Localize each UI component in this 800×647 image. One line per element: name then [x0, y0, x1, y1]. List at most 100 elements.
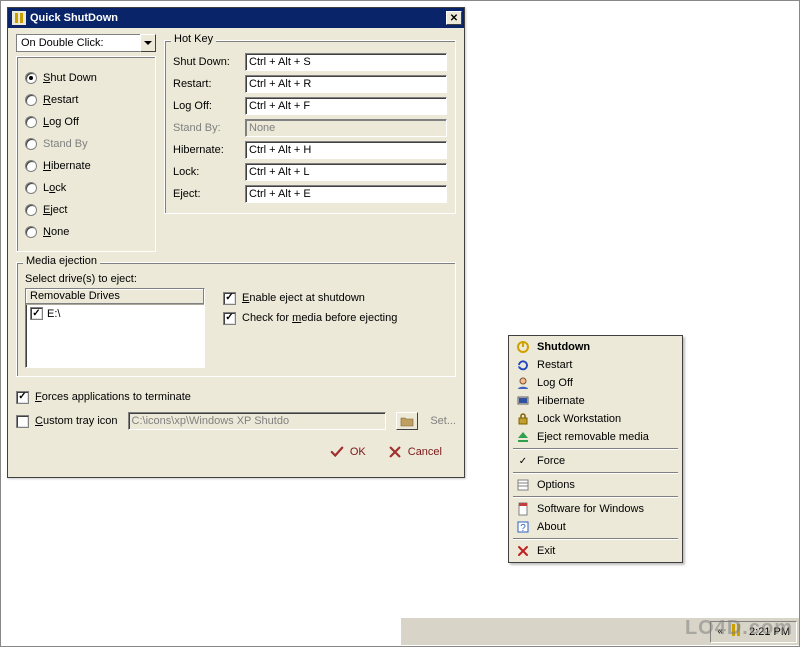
combo-field: On Double Click: — [16, 34, 140, 52]
hotkey-label: Restart: — [173, 78, 245, 90]
shutdown-icon — [515, 339, 531, 355]
ok-button[interactable]: OK — [330, 445, 366, 459]
ctx-separator — [513, 496, 678, 498]
checkbox-icon[interactable] — [223, 312, 236, 325]
radio-icon — [25, 138, 37, 150]
drive-list[interactable]: Removable Drives E:\ — [25, 288, 205, 368]
ctx-item-shutdown[interactable]: Shutdown — [511, 338, 680, 356]
hotkey-label: Eject: — [173, 188, 245, 200]
ok-label: OK — [350, 446, 366, 458]
ctx-item-lock[interactable]: Lock Workstation — [511, 410, 680, 428]
checkbox-label: Enable eject at shutdown — [242, 292, 365, 304]
window-title: Quick ShutDown — [30, 12, 446, 24]
page-icon — [515, 501, 531, 517]
check-media-checkbox[interactable]: Check for media before ejecting — [223, 308, 447, 328]
radio-label: Lock — [43, 182, 66, 194]
ctx-label: Exit — [537, 545, 555, 557]
radio-icon — [25, 226, 37, 238]
radio-eject[interactable]: Eject — [25, 199, 147, 221]
exit-icon — [515, 543, 531, 559]
radio-label: None — [43, 226, 69, 238]
hotkey-input-restart[interactable]: Ctrl + Alt + R — [245, 75, 447, 93]
folder-icon — [400, 415, 414, 427]
ctx-separator — [513, 538, 678, 540]
ctx-item-eject[interactable]: Eject removable media — [511, 428, 680, 446]
browse-button — [396, 412, 418, 430]
ctx-label: Software for Windows — [537, 503, 644, 515]
hotkey-input-standby: None — [245, 119, 447, 137]
ctx-item-logoff[interactable]: Log Off — [511, 374, 680, 392]
radio-label: Stand By — [43, 138, 88, 150]
close-button[interactable]: ✕ — [446, 11, 462, 25]
double-click-column: On Double Click: Shut Down Restart Log O… — [16, 34, 156, 252]
radio-shut-down[interactable]: Shut Down — [25, 67, 147, 89]
radio-stand-by: Stand By — [25, 133, 147, 155]
checkbox-icon[interactable] — [16, 391, 29, 404]
radio-icon — [25, 160, 37, 172]
custom-tray-icon-checkbox[interactable]: Custom tray icon C:\icons\xp\Windows XP … — [16, 411, 456, 431]
force-terminate-checkbox[interactable]: Forces applications to terminate — [16, 387, 456, 407]
cancel-label: Cancel — [408, 446, 442, 458]
checkbox-icon[interactable] — [16, 415, 29, 428]
app-icon — [12, 11, 26, 25]
drive-item[interactable]: E:\ — [26, 305, 204, 322]
hotkey-label: Hibernate: — [173, 144, 245, 156]
ctx-item-software-link[interactable]: Software for Windows — [511, 500, 680, 518]
ctx-item-hibernate[interactable]: Hibernate — [511, 392, 680, 410]
hotkey-legend: Hot Key — [171, 33, 216, 45]
radio-label: Log Off — [43, 116, 79, 128]
drive-label: E:\ — [47, 308, 60, 320]
ctx-label: Restart — [537, 359, 572, 371]
checkbox-icon[interactable] — [30, 307, 43, 320]
media-ejection-group: Media ejection Select drive(s) to eject:… — [16, 262, 456, 377]
media-legend: Media ejection — [23, 255, 100, 267]
hotkey-row-shutdown: Shut Down: Ctrl + Alt + S — [173, 51, 447, 73]
hotkey-label: Shut Down: — [173, 56, 245, 68]
tray-context-menu: Shutdown Restart Log Off Hibernate Lock … — [508, 335, 683, 563]
enable-eject-checkbox[interactable]: Enable eject at shutdown — [223, 288, 447, 308]
ctx-item-force[interactable]: ✓ Force — [511, 452, 680, 470]
hotkey-input-logoff[interactable]: Ctrl + Alt + F — [245, 97, 447, 115]
double-click-combo[interactable]: On Double Click: — [16, 34, 156, 52]
radio-none[interactable]: None — [25, 221, 147, 243]
ctx-item-restart[interactable]: Restart — [511, 356, 680, 374]
chevron-down-icon[interactable] — [140, 34, 156, 52]
hotkey-input-eject[interactable]: Ctrl + Alt + E — [245, 185, 447, 203]
eject-icon — [515, 429, 531, 445]
ctx-label: Options — [537, 479, 575, 491]
hotkey-input-shutdown[interactable]: Ctrl + Alt + S — [245, 53, 447, 71]
ctx-item-about[interactable]: ? About — [511, 518, 680, 536]
restart-icon — [515, 357, 531, 373]
ctx-item-exit[interactable]: Exit — [511, 542, 680, 560]
hotkey-input-hibernate[interactable]: Ctrl + Alt + H — [245, 141, 447, 159]
hotkey-column: Hot Key Shut Down: Ctrl + Alt + S Restar… — [164, 34, 456, 252]
radio-lock[interactable]: Lock — [25, 177, 147, 199]
hotkey-row-logoff: Log Off: Ctrl + Alt + F — [173, 95, 447, 117]
double-click-group: Shut Down Restart Log Off Stand By — [16, 56, 156, 252]
quick-shutdown-dialog: Quick ShutDown ✕ On Double Click: Shut D… — [7, 7, 465, 478]
checkbox-icon[interactable] — [223, 292, 236, 305]
icon-path-field: C:\icons\xp\Windows XP Shutdo — [128, 412, 387, 430]
radio-icon — [25, 72, 37, 84]
radio-restart[interactable]: Restart — [25, 89, 147, 111]
cancel-button[interactable]: Cancel — [388, 445, 442, 459]
svg-text:?: ? — [520, 523, 526, 534]
hotkey-input-lock[interactable]: Ctrl + Alt + L — [245, 163, 447, 181]
radio-icon — [25, 204, 37, 216]
titlebar[interactable]: Quick ShutDown ✕ — [8, 8, 464, 28]
hotkey-row-eject: Eject: Ctrl + Alt + E — [173, 183, 447, 205]
radio-hibernate[interactable]: Hibernate — [25, 155, 147, 177]
radio-log-off[interactable]: Log Off — [25, 111, 147, 133]
drive-list-header[interactable]: Removable Drives — [26, 289, 204, 305]
ctx-separator — [513, 448, 678, 450]
ctx-item-options[interactable]: Options — [511, 476, 680, 494]
hotkey-row-restart: Restart: Ctrl + Alt + R — [173, 73, 447, 95]
radio-icon — [25, 182, 37, 194]
hotkey-group: Hot Key Shut Down: Ctrl + Alt + S Restar… — [164, 40, 456, 214]
lock-icon — [515, 411, 531, 427]
close-icon — [388, 445, 402, 459]
ctx-label: Hibernate — [537, 395, 585, 407]
radio-label: Eject — [43, 204, 67, 216]
checkmark-icon: ✓ — [515, 456, 531, 467]
hotkey-label: Lock: — [173, 166, 245, 178]
